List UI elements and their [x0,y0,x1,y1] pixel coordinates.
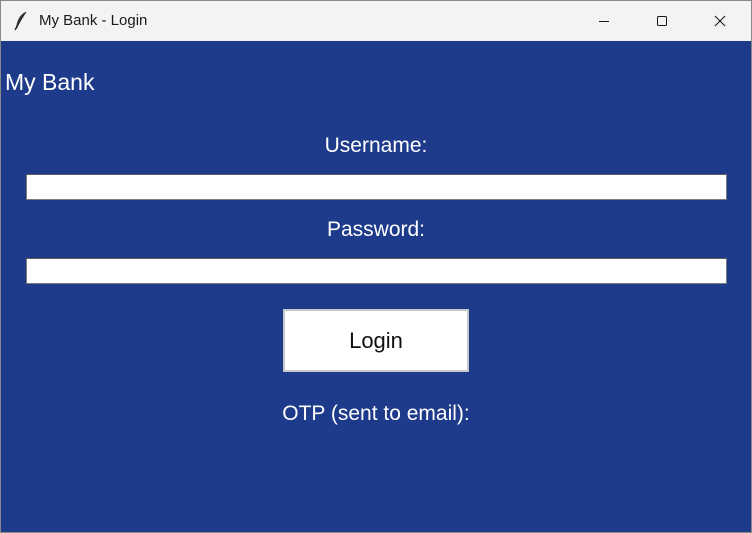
login-button[interactable]: Login [283,309,469,372]
password-input[interactable] [26,258,727,284]
maximize-icon [656,15,668,27]
minimize-icon [598,15,610,27]
title-bar[interactable]: My Bank - Login [1,1,751,41]
feather-icon [13,11,29,31]
password-label: Password: [326,218,426,241]
username-input[interactable] [26,174,727,200]
window-title: My Bank - Login [39,12,148,29]
login-panel: My Bank Username: Password: Login OTP (s… [1,41,751,532]
close-button[interactable] [691,1,749,41]
maximize-button[interactable] [633,1,691,41]
app-title: My Bank [5,69,95,95]
username-label: Username: [324,134,428,157]
login-window: My Bank - Login My Bank Username: Passwo… [0,0,752,533]
otp-label: OTP (sent to email): [282,402,470,425]
close-icon [714,15,726,27]
minimize-button[interactable] [575,1,633,41]
